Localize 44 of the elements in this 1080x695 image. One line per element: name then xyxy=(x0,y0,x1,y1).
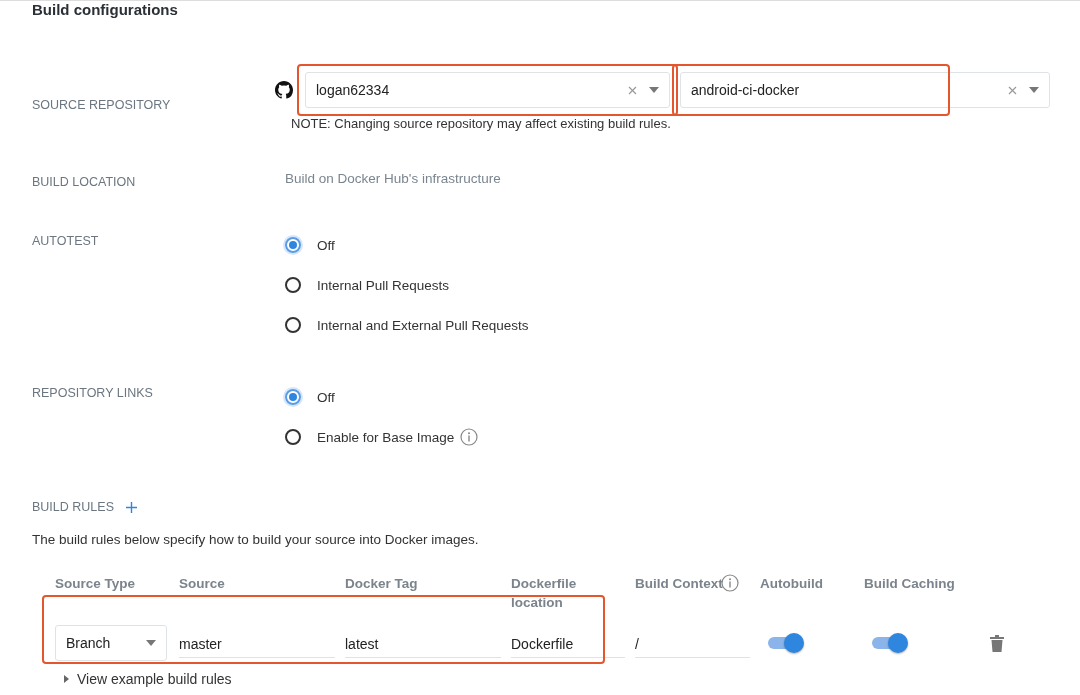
radio-button[interactable] xyxy=(285,317,301,333)
radio-button[interactable] xyxy=(285,429,301,445)
field-label: BUILD RULES xyxy=(32,500,114,514)
radio-label: Internal and External Pull Requests xyxy=(317,317,529,333)
section-title: Build configurations xyxy=(32,1,179,19)
column-header: Source Type xyxy=(55,575,136,593)
radio-label: Enable for Base Image xyxy=(317,429,455,445)
repository-select[interactable]: android-ci-docker xyxy=(680,72,1050,108)
radio-label: Off xyxy=(317,237,335,253)
clear-icon[interactable] xyxy=(1008,85,1017,95)
caret-icon xyxy=(649,87,659,93)
add-icon[interactable] xyxy=(126,501,137,513)
source-field[interactable]: master xyxy=(179,628,335,658)
description-text: The build rules below specify how to build your source into Docker images. xyxy=(32,532,480,547)
clear-icon[interactable] xyxy=(628,85,637,95)
radio-button[interactable] xyxy=(285,389,301,405)
radio-label: Internal Pull Requests xyxy=(317,277,450,293)
column-header: Dockerfile location xyxy=(511,575,578,612)
column-header: Build Context xyxy=(635,575,723,593)
info-icon[interactable] xyxy=(460,428,479,446)
trash-icon[interactable] xyxy=(990,634,1004,652)
view-example-link[interactable]: View example build rules xyxy=(64,671,1060,687)
caret-icon xyxy=(1029,87,1039,93)
build-context-field[interactable]: / xyxy=(635,628,750,658)
field-label: SOURCE REPOSITORY xyxy=(32,97,171,112)
field-label: BUILD LOCATION xyxy=(32,174,136,189)
github-icon xyxy=(275,81,293,99)
radio-button[interactable] xyxy=(285,237,301,253)
note-text: NOTE: Changing source repository may affect existing build rules. xyxy=(291,116,672,131)
field-label: REPOSITORY LINKS xyxy=(32,386,153,400)
radio-button[interactable] xyxy=(285,277,301,293)
caret-icon xyxy=(146,640,156,646)
build-location-value: Build on Docker Hub's infrastructure xyxy=(285,171,502,188)
dockerfile-location-field[interactable]: Dockerfile xyxy=(511,628,625,658)
radio-label: Off xyxy=(317,389,335,405)
docker-tag-field[interactable]: latest xyxy=(345,628,501,658)
column-header: Autobuild xyxy=(760,575,823,593)
column-header: Build Caching xyxy=(864,575,955,593)
field-label: AUTOTEST xyxy=(32,234,99,248)
repository-select[interactable]: logan62334 xyxy=(305,72,670,108)
source-type-select[interactable]: Branch xyxy=(55,625,167,661)
column-header: Docker Tag xyxy=(345,575,418,593)
expand-icon xyxy=(64,675,69,683)
column-header: Source xyxy=(179,575,225,593)
